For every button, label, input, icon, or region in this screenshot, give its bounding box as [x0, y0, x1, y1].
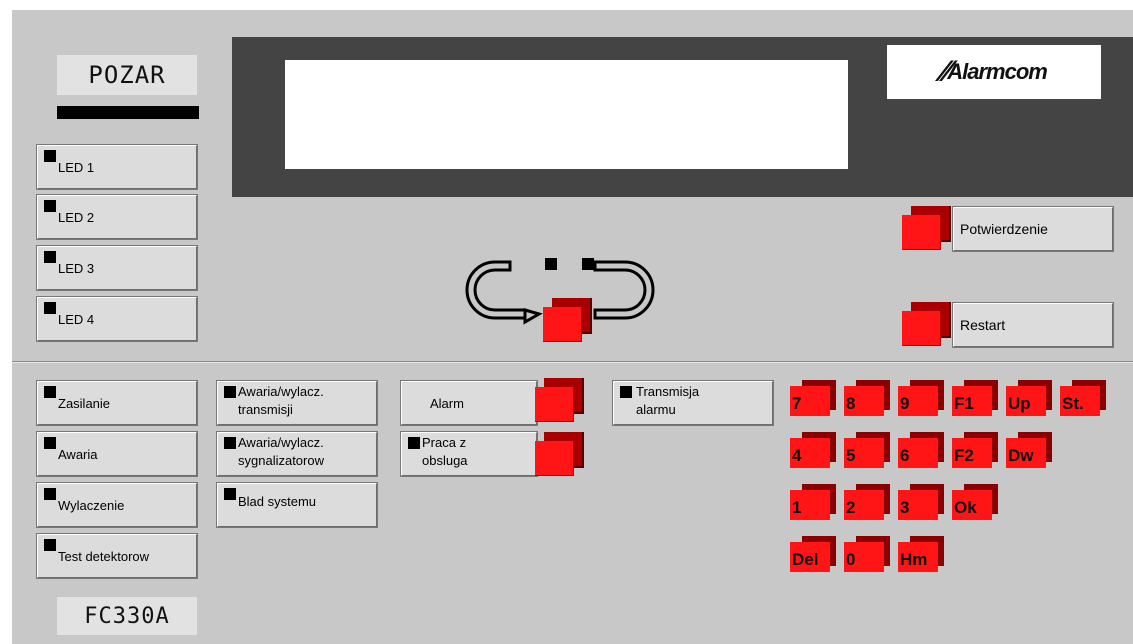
keypad-key-label: 3	[898, 490, 938, 520]
confirm-button[interactable]: Potwierdzenie	[952, 206, 1114, 252]
led-indicator	[44, 150, 56, 162]
mode-label: POZAR	[57, 55, 197, 95]
led-indicator	[44, 539, 56, 551]
confirm-indicator[interactable]	[902, 206, 951, 250]
status-wylaczenie[interactable]: Wylaczenie	[36, 482, 198, 528]
keypad-key-label: 2	[844, 490, 884, 520]
keypad-key-3[interactable]: 3	[898, 484, 944, 520]
restart-button[interactable]: Restart	[952, 302, 1114, 348]
loop-button[interactable]	[543, 298, 592, 342]
led-2-button[interactable]: LED 2	[36, 194, 198, 240]
keypad-key-label: Ok	[952, 490, 992, 520]
status-awaria-transmisji[interactable]: Awaria/wylacz. transmisji	[216, 380, 378, 426]
led-indicator	[224, 386, 236, 398]
led-3-button[interactable]: LED 3	[36, 245, 198, 291]
brand-logo: ⁄⁄ Alarmcom	[887, 45, 1101, 99]
keypad-key-up[interactable]: Up	[1006, 380, 1052, 416]
keypad-key-f2[interactable]: F2	[952, 432, 998, 468]
keypad-key-st[interactable]: St.	[1060, 380, 1106, 416]
keypad: 7 8 9 F1 Up St. 4 5 6 F2 Dw 1 2 3 Ok Del 0 Hm	[790, 380, 1130, 580]
keypad-key-label: 4	[790, 438, 830, 468]
keypad-key-6[interactable]: 6	[898, 432, 944, 468]
status-blad-systemu[interactable]: Blad systemu	[216, 482, 378, 528]
led-1-button[interactable]: LED 1	[36, 144, 198, 190]
led-indicator	[44, 386, 56, 398]
keypad-key-label: Del	[790, 542, 830, 572]
keypad-key-label: Dw	[1006, 438, 1046, 468]
restart-label: Restart	[960, 317, 1006, 333]
led-indicator	[44, 488, 56, 500]
led-1-label: LED 1	[58, 160, 95, 175]
logo-text: Alarmcom	[947, 59, 1048, 84]
status-awaria[interactable]: Awaria	[36, 431, 198, 477]
keypad-key-label: 0	[844, 542, 884, 572]
keypad-key-7[interactable]: 7	[790, 380, 836, 416]
keypad-key-dw[interactable]: Dw	[1006, 432, 1052, 468]
led-2-label: LED 2	[58, 210, 95, 225]
keypad-key-label: Hm	[898, 542, 938, 572]
keypad-key-label: F1	[952, 386, 992, 416]
restart-indicator[interactable]	[902, 302, 951, 346]
transmisja-alarmu-button[interactable]: Transmisja alarmu	[612, 380, 774, 426]
status-label-line2: transmisji	[238, 402, 293, 417]
keypad-key-label: 1	[790, 490, 830, 520]
praca-label-line2: obsluga	[422, 453, 468, 468]
keypad-key-label: 9	[898, 386, 938, 416]
status-label: Awaria	[58, 447, 98, 462]
led-indicator	[44, 302, 56, 314]
led-4-label: LED 4	[58, 312, 95, 327]
keypad-key-1[interactable]: 1	[790, 484, 836, 520]
keypad-key-4[interactable]: 4	[790, 432, 836, 468]
mode-indicator-bar	[57, 106, 199, 119]
led-indicator	[620, 386, 632, 398]
status-test-detektorow[interactable]: Test detektorow	[36, 533, 198, 579]
model-label: FC330A	[57, 597, 197, 635]
keypad-key-hm[interactable]: Hm	[898, 536, 944, 572]
keypad-key-label: Up	[1006, 386, 1046, 416]
led-4-button[interactable]: LED 4	[36, 296, 198, 342]
praca-z-obsluga-button[interactable]: Praca z obsluga	[400, 431, 538, 477]
keypad-key-del[interactable]: Del	[790, 536, 836, 572]
keypad-key-label: St.	[1060, 386, 1100, 416]
keypad-key-9[interactable]: 9	[898, 380, 944, 416]
transmisja-label-line1: Transmisja	[636, 384, 700, 399]
panel-divider	[12, 361, 1133, 363]
status-label: Test detektorow	[58, 549, 150, 564]
status-label: Wylaczenie	[58, 498, 125, 513]
led-indicator	[408, 437, 420, 449]
alarm-label: Alarm	[430, 396, 464, 411]
keypad-key-label: 6	[898, 438, 938, 468]
keypad-key-label: 5	[844, 438, 884, 468]
status-label: Zasilanie	[58, 396, 111, 411]
led-3-label: LED 3	[58, 261, 95, 276]
led-indicator	[44, 200, 56, 212]
keypad-key-0[interactable]: 0	[844, 536, 890, 572]
praca-label-line1: Praca z	[422, 435, 467, 450]
praca-indicator[interactable]	[535, 432, 584, 476]
lcd-display	[285, 60, 848, 169]
alarm-indicator[interactable]	[535, 378, 584, 422]
confirm-label: Potwierdzenie	[960, 221, 1048, 237]
keypad-key-label: 8	[844, 386, 884, 416]
led-indicator	[224, 488, 236, 500]
keypad-key-ok[interactable]: Ok	[952, 484, 998, 520]
status-label-line2: sygnalizatorow	[238, 453, 324, 468]
keypad-key-8[interactable]: 8	[844, 380, 890, 416]
keypad-key-2[interactable]: 2	[844, 484, 890, 520]
led-indicator	[224, 437, 236, 449]
status-zasilanie[interactable]: Zasilanie	[36, 380, 198, 426]
keypad-key-label: F2	[952, 438, 992, 468]
keypad-key-5[interactable]: 5	[844, 432, 890, 468]
status-label-line1: Awaria/wylacz.	[238, 384, 324, 399]
status-label: Blad systemu	[238, 494, 317, 509]
keypad-key-f1[interactable]: F1	[952, 380, 998, 416]
status-label-line1: Awaria/wylacz.	[238, 435, 324, 450]
led-indicator	[44, 251, 56, 263]
status-awaria-sygnalizatorow[interactable]: Awaria/wylacz. sygnalizatorow	[216, 431, 378, 477]
alarm-button[interactable]: Alarm	[400, 380, 538, 426]
transmisja-label-line2: alarmu	[636, 402, 676, 417]
keypad-key-label: 7	[790, 386, 830, 416]
led-indicator	[44, 437, 56, 449]
